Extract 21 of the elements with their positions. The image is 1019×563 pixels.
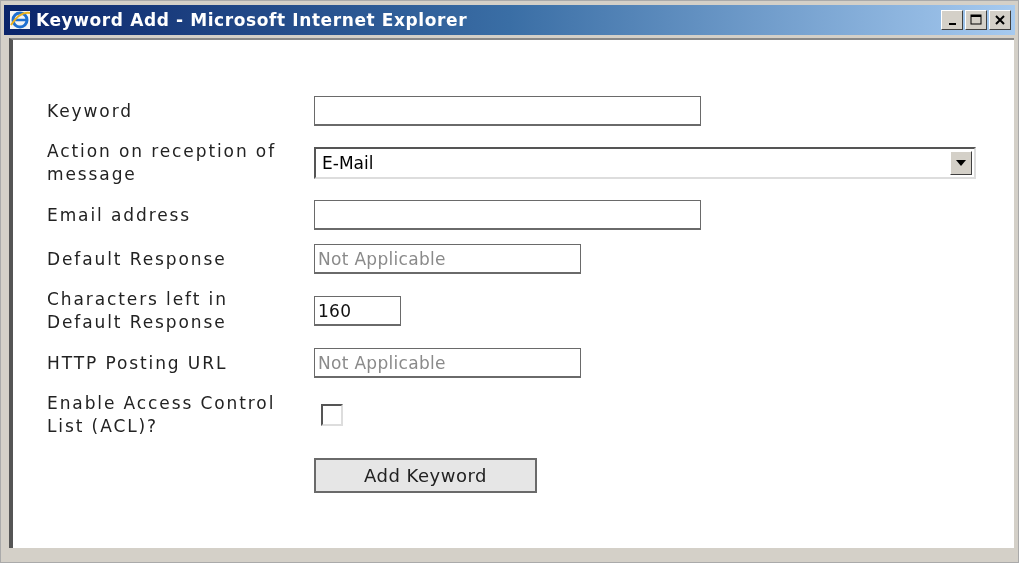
- field-label: Default Response: [47, 247, 228, 271]
- field-label: Keyword: [47, 99, 134, 123]
- checkbox[interactable]: [321, 404, 343, 426]
- field-label: Enable Access Control List (ACL)?: [47, 392, 277, 438]
- dropdown-field[interactable]: E-Mail: [314, 147, 976, 179]
- minimize-icon: [948, 23, 956, 25]
- maximize-button[interactable]: [965, 10, 987, 30]
- close-button[interactable]: [989, 10, 1011, 30]
- text-field[interactable]: [314, 200, 701, 230]
- maximize-icon: [970, 14, 982, 26]
- close-icon: [995, 15, 1005, 25]
- field-label: Email address: [47, 203, 193, 227]
- text-field[interactable]: [314, 96, 701, 126]
- add-keyword-button[interactable]: Add Keyword: [314, 458, 537, 493]
- field-label: Action on reception of message: [47, 140, 278, 186]
- field-label: HTTP Posting URL: [47, 351, 229, 375]
- field-label: Characters left in Default Response: [47, 288, 229, 334]
- window-title: Keyword Add - Microsoft Internet Explorer: [36, 10, 469, 30]
- browser-logo-icon: [8, 9, 32, 31]
- minimize-button[interactable]: [941, 10, 963, 30]
- text-field[interactable]: 160: [314, 296, 401, 326]
